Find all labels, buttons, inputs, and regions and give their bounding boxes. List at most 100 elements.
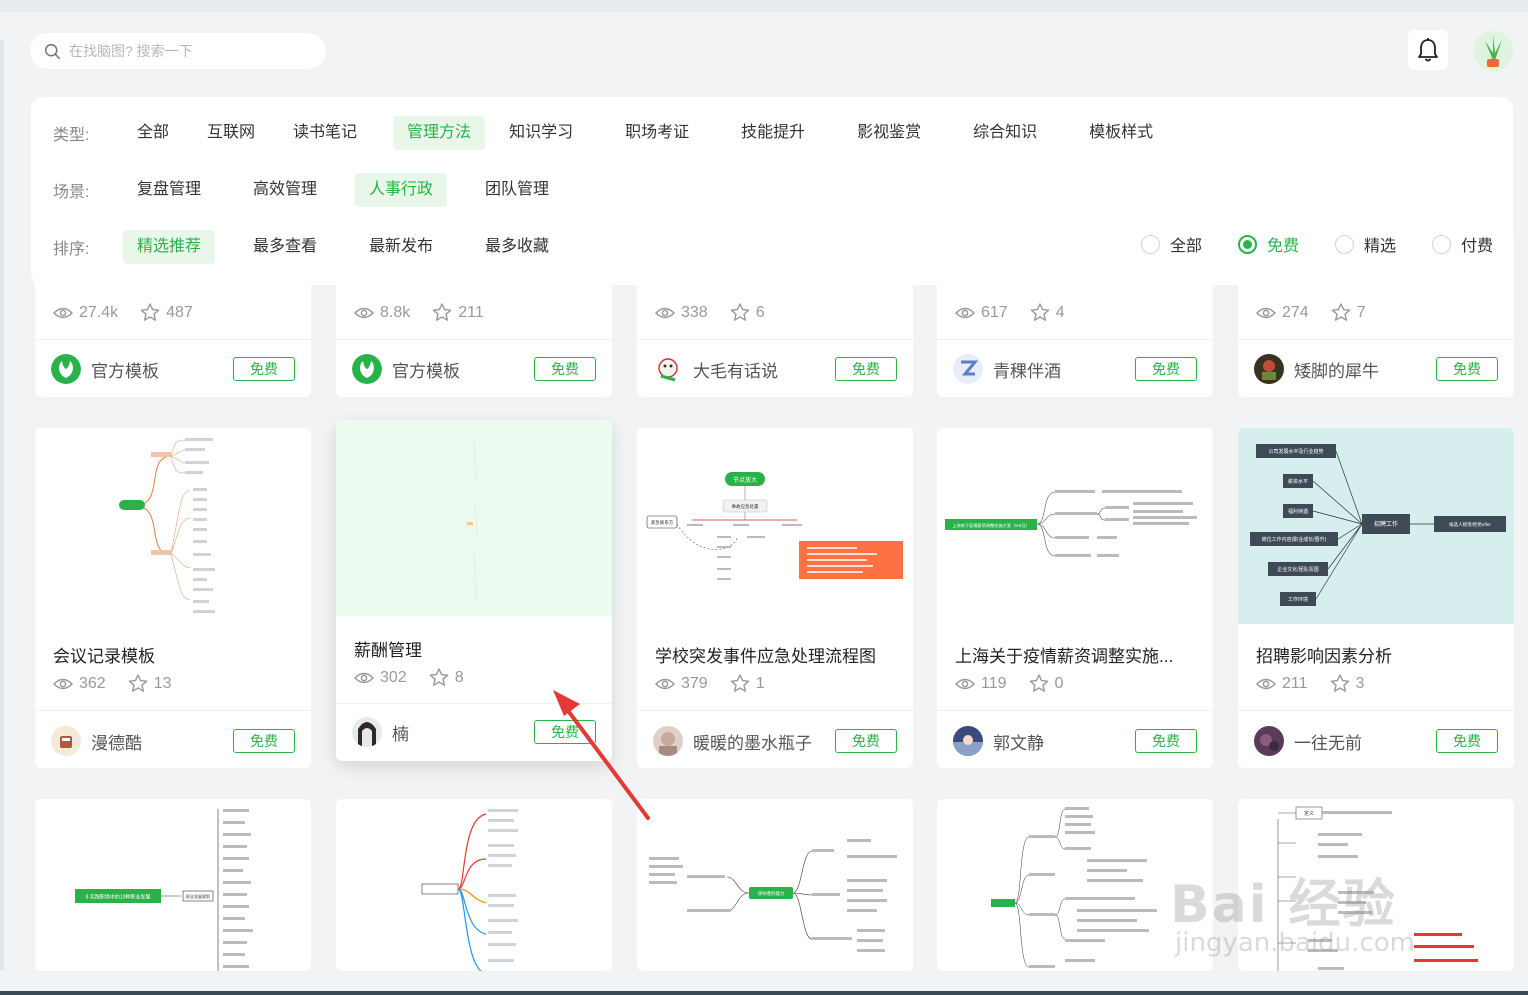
view-count: 119 [955,675,1007,693]
notification-button[interactable] [1408,30,1448,70]
free-badge[interactable]: 免费 [1135,357,1197,381]
free-badge[interactable]: 免费 [835,357,897,381]
card-stats: 8.8k 211 [354,303,506,322]
mindmap-thumbnail: 8 实践职场中的10种职业发展 职业发展规划 [35,799,311,971]
eye-icon [655,307,675,318]
diagram-node: 工作环境 [1288,596,1308,603]
radio-circle-checked [1237,234,1257,254]
card-author[interactable]: 一往无前 [1254,726,1362,756]
scene-chip-hr[interactable]: 人事行政 [355,173,448,207]
free-badge[interactable]: 免费 [1436,357,1498,381]
template-card[interactable]: 节点放大 事故应急处置 紧急联系方 学校突发事件应急处理流程图 379 1 暖暖… [637,428,913,768]
star-count[interactable]: 487 [140,303,193,322]
card-author[interactable]: 青稞伴酒 [953,354,1061,384]
type-chip-template[interactable]: 模板样式 [1075,116,1167,150]
price-radio-all[interactable]: 全部 [1140,232,1202,256]
type-chip-all[interactable]: 全部 [123,116,183,150]
scene-chip-team[interactable]: 团队管理 [471,173,563,207]
eye-icon [955,678,975,689]
card-author[interactable]: 漫德酷 [51,726,142,756]
free-badge[interactable]: 免费 [534,357,596,381]
card-divider [937,339,1213,340]
card-author[interactable]: 楠 [352,717,409,747]
search-bar[interactable] [30,33,326,69]
card-divider [336,339,612,340]
card-divider [637,710,913,711]
star-count[interactable]: 13 [128,674,172,693]
eye-icon [655,678,675,689]
template-card-hovered[interactable]: 薪酬管理 302 8 楠 免费 [336,420,612,761]
sort-chip-featured[interactable]: 精选推荐 [123,230,216,264]
plant-avatar-icon [1481,35,1506,67]
free-badge[interactable]: 免费 [1135,729,1197,753]
price-radio-paid[interactable]: 付费 [1431,232,1493,256]
template-card[interactable]: 公司发展水平及行业趋势 薪资水平 福利待遇 岗位工作内容(职业成长/晋升) 企业… [1238,428,1514,768]
card-title[interactable]: 学校突发事件应急处理流程图 [655,642,895,667]
card-author[interactable]: 暖暖的墨水瓶子 [653,726,812,756]
author-name: 楠 [392,724,409,744]
watermark-logo: Bai 经验 [1170,875,1397,935]
type-row: 类型: 全部 互联网 读书笔记 管理方法 知识学习 职场考证 技能提升 影视鉴赏… [53,115,1177,151]
card-divider [35,339,311,340]
star-icon [432,303,452,321]
template-card[interactable]: 领导者的能力 [637,799,913,971]
eye-icon [53,307,73,318]
star-count[interactable]: 3 [1330,674,1364,693]
sort-chip-most-viewed[interactable]: 最多查看 [239,230,331,264]
type-chip-skills[interactable]: 技能提升 [727,116,819,150]
type-chip-exam[interactable]: 职场考证 [611,116,703,150]
card-title[interactable]: 招聘影响因素分析 [1256,642,1496,667]
star-count[interactable]: 6 [730,303,765,322]
card-author[interactable]: 矮脚的犀牛 [1254,354,1379,384]
template-card[interactable] [336,799,612,971]
star-count[interactable]: 4 [1030,303,1065,322]
card-author[interactable]: 大毛有话说 [653,354,778,384]
type-chip-reading[interactable]: 读书笔记 [279,116,371,150]
type-label: 类型: [53,127,90,144]
diagram-node: 岗位工作内容(职业成长/晋升) [1262,536,1327,543]
type-chip-general[interactable]: 综合知识 [959,116,1051,150]
type-chip-film[interactable]: 影视鉴赏 [843,116,935,150]
card-author[interactable]: 官方模板 [352,354,460,384]
star-count[interactable]: 211 [432,303,484,322]
type-chip-internet[interactable]: 互联网 [193,116,269,150]
free-badge[interactable]: 免费 [534,720,596,744]
star-count[interactable]: 0 [1029,674,1063,693]
radio-circle [1334,234,1354,254]
template-card[interactable]: 上海关于疫情薪资调整实施方案（6-8月） 上海关于疫情薪资调整实施... 119… [937,428,1213,768]
price-radio-featured[interactable]: 精选 [1334,232,1396,256]
author-name: 暖暖的墨水瓶子 [693,733,812,753]
card-divider [1238,339,1514,340]
type-chip-management[interactable]: 管理方法 [393,116,486,150]
price-radio-free[interactable]: 免费 [1237,232,1299,256]
diagram-node: 福利待遇 [1288,508,1308,515]
star-count[interactable]: 8 [429,668,464,687]
scene-chip-efficient[interactable]: 高效管理 [239,173,331,207]
sort-chip-most-saved[interactable]: 最多收藏 [471,230,563,264]
card-stats: 362 13 [53,674,194,693]
type-chip-knowledge[interactable]: 知识学习 [495,116,587,150]
mindmap-top-node: 定义 [1304,810,1314,817]
search-input[interactable] [69,43,299,59]
star-count[interactable]: 1 [730,674,765,693]
star-count[interactable]: 7 [1331,303,1366,322]
eye-icon [354,672,374,683]
sort-chip-newest[interactable]: 最新发布 [355,230,447,264]
user-avatar[interactable] [1473,31,1513,71]
scene-chip-review[interactable]: 复盘管理 [123,173,215,207]
card-author[interactable]: 官方模板 [51,354,159,384]
card-title[interactable]: 薪酬管理 [354,636,594,661]
free-badge[interactable]: 免费 [835,729,897,753]
star-icon [730,303,750,321]
card-title[interactable]: 上海关于疫情薪资调整实施... [955,642,1195,667]
card-title[interactable]: 会议记录模板 [53,642,293,667]
card-author[interactable]: 郭文静 [953,726,1044,756]
template-card[interactable]: 会议记录模板 362 13 漫德酷 免费 [35,428,311,768]
author-name: 郭文静 [993,733,1044,753]
free-badge[interactable]: 免费 [1436,729,1498,753]
template-card[interactable]: 8 实践职场中的10种职业发展 职业发展规划 [35,799,311,971]
free-badge[interactable]: 免费 [233,357,295,381]
free-badge[interactable]: 免费 [233,729,295,753]
eye-icon [955,307,975,318]
view-count: 302 [354,669,407,687]
